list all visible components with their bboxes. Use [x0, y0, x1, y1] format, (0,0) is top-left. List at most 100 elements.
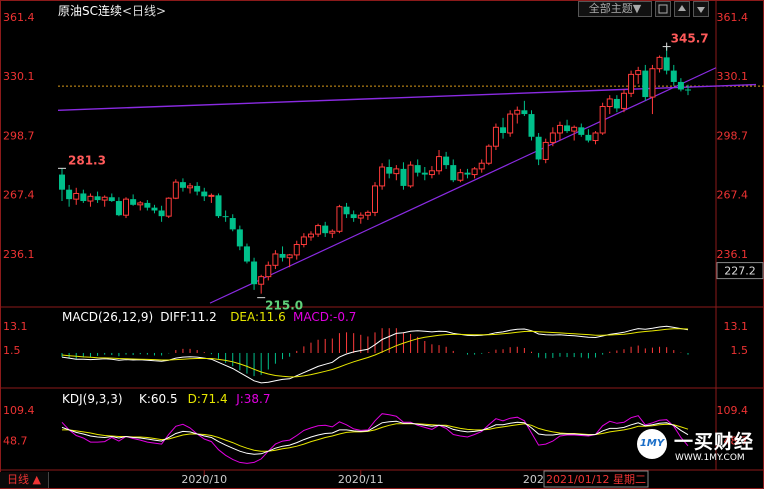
kdj-d-line	[62, 423, 689, 452]
price-tick-left: 236.1	[3, 248, 35, 261]
last-price-label: 227.2	[724, 265, 756, 278]
candle-body	[357, 214, 364, 219]
candle-body	[628, 73, 635, 94]
macd-tick-left: 13.1	[3, 320, 28, 333]
candle-body	[457, 172, 464, 181]
kdj-header-text: J:38.7	[235, 392, 270, 406]
candle-body	[144, 202, 151, 208]
candle-body	[123, 198, 130, 216]
candle-body	[279, 253, 286, 258]
candle-body	[599, 106, 606, 134]
watermark-url: WWW.1MY.COM	[675, 453, 745, 463]
candle-body	[585, 134, 592, 141]
candle-body	[300, 236, 307, 246]
candle-body	[343, 206, 350, 215]
candle-body	[286, 254, 293, 259]
candle-body	[115, 201, 122, 216]
candle-body	[59, 174, 65, 190]
candle-body	[663, 57, 670, 71]
candle-body	[407, 164, 414, 187]
chart-stage: 361.4 361.4 330.1 330.1 298.7 298.7 267.4 267.4…	[0, 0, 764, 489]
chart-border	[0, 0, 764, 489]
candle-body	[307, 233, 314, 238]
candle-body	[414, 165, 421, 173]
watermark: 1MY 一买财经 WWW.1MY.COM	[634, 425, 754, 469]
candle-body	[108, 197, 115, 202]
candle-body	[272, 253, 279, 266]
candle-body	[564, 125, 571, 132]
candle-body	[215, 195, 222, 217]
candle-body	[528, 114, 535, 137]
kline-chart[interactable]: 361.4 361.4 330.1 330.1 298.7 298.7 267.4 267.4…	[0, 0, 764, 489]
candle-body	[450, 165, 457, 181]
candle-body	[685, 89, 691, 91]
candle-body	[620, 92, 627, 109]
high-label: 345.7	[671, 32, 709, 46]
candle-body	[194, 185, 201, 192]
chart-icon[interactable]	[655, 1, 671, 17]
macd-header-text: DIFF:11.2	[160, 310, 216, 324]
candle-body	[243, 246, 250, 262]
candle-body	[315, 225, 322, 235]
candle-body	[421, 172, 428, 175]
price-tick-right: 361.4	[717, 11, 749, 24]
watermark-brand: 一买财经	[674, 431, 755, 453]
candle-body	[436, 156, 443, 172]
macd-header-text: DEA:11.6	[230, 310, 286, 324]
time-label: 2020/11	[338, 473, 384, 486]
candle-body	[66, 189, 73, 200]
candle-body	[130, 199, 137, 205]
price-tick-right: 330.1	[717, 70, 749, 83]
kdj-tick-left: 48.7	[3, 435, 28, 448]
candle-body	[151, 207, 158, 211]
up-arrow-icon[interactable]	[674, 1, 690, 17]
candle-body	[258, 276, 265, 285]
price-tick-left: 298.7	[3, 129, 35, 142]
candle-body	[485, 145, 492, 164]
period-tab[interactable]: 日线 ▲	[0, 472, 49, 488]
candle-body	[400, 168, 407, 186]
kdj-header-text: K:60.5	[139, 392, 178, 406]
macd-tick-left: 1.5	[3, 344, 21, 357]
candle-body	[592, 132, 599, 142]
down-arrow-icon[interactable]	[693, 1, 709, 17]
left-high-label: 281.3	[68, 153, 106, 167]
candle-body	[393, 168, 400, 175]
candle-body	[265, 264, 272, 278]
kdj-header-text: D:71.4	[188, 392, 228, 406]
kdj-header-text: KDJ(9,3,3)	[62, 392, 123, 406]
candle-body	[443, 156, 450, 166]
candle-body	[94, 196, 101, 201]
candle-body	[464, 172, 471, 175]
candle-body	[87, 195, 94, 202]
trend-line-lower	[209, 67, 717, 304]
candle-body	[172, 181, 179, 199]
candle-body	[471, 168, 478, 176]
candle-body	[165, 197, 172, 217]
macd-header-text: MACD:-0.7	[293, 310, 356, 324]
price-tick-right: 236.1	[717, 248, 749, 261]
symbol-name: 原油SC连续	[58, 4, 122, 18]
cursor-date-label: 2021/01/12 星期二	[546, 473, 646, 486]
candle-body	[514, 109, 521, 115]
macd-tick-right: 13.1	[724, 320, 749, 333]
candle-body	[336, 206, 343, 232]
theme-button[interactable]: 全部主题▼	[578, 1, 652, 17]
kdj-k-line	[61, 420, 689, 455]
macd-tick-right: 1.5	[731, 344, 749, 357]
candle-body	[571, 126, 578, 132]
kdj-tick-right: 109.4	[717, 404, 749, 417]
candle-body	[549, 132, 556, 143]
time-label: 2020/10	[181, 473, 227, 486]
candle-body	[222, 216, 229, 218]
price-tick-left: 361.4	[3, 11, 35, 24]
watermark-logo: 1MY	[637, 429, 667, 459]
candle-body	[535, 136, 542, 160]
candle-body	[578, 127, 585, 135]
candle-body	[322, 225, 329, 234]
candle-body	[670, 70, 677, 82]
period-label[interactable]: <日线>	[122, 4, 166, 18]
candle-body	[187, 185, 194, 189]
candle-body	[372, 185, 378, 213]
candle-body	[521, 110, 528, 115]
